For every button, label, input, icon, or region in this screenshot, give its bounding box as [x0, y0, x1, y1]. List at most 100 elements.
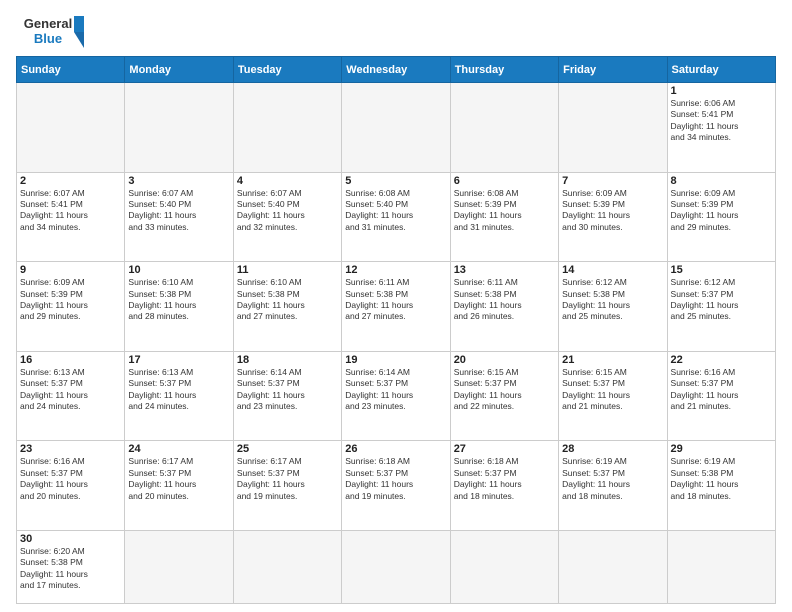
day-number: 16 [20, 354, 121, 366]
header: General Blue [16, 12, 776, 50]
weekday-col-thursday: Thursday [450, 57, 558, 83]
calendar-cell: 21Sunrise: 6:15 AM Sunset: 5:37 PM Dayli… [559, 351, 667, 441]
day-info: Sunrise: 6:19 AM Sunset: 5:37 PM Dayligh… [562, 456, 663, 502]
weekday-col-monday: Monday [125, 57, 233, 83]
day-number: 22 [671, 354, 772, 366]
day-info: Sunrise: 6:16 AM Sunset: 5:37 PM Dayligh… [671, 367, 772, 413]
day-info: Sunrise: 6:07 AM Sunset: 5:40 PM Dayligh… [237, 188, 338, 234]
day-info: Sunrise: 6:11 AM Sunset: 5:38 PM Dayligh… [454, 277, 555, 323]
day-info: Sunrise: 6:15 AM Sunset: 5:37 PM Dayligh… [454, 367, 555, 413]
calendar-cell [233, 530, 341, 603]
day-info: Sunrise: 6:20 AM Sunset: 5:38 PM Dayligh… [20, 546, 121, 592]
day-info: Sunrise: 6:12 AM Sunset: 5:37 PM Dayligh… [671, 277, 772, 323]
day-number: 18 [237, 354, 338, 366]
day-info: Sunrise: 6:09 AM Sunset: 5:39 PM Dayligh… [671, 188, 772, 234]
calendar-cell: 29Sunrise: 6:19 AM Sunset: 5:38 PM Dayli… [667, 441, 775, 531]
day-info: Sunrise: 6:14 AM Sunset: 5:37 PM Dayligh… [345, 367, 446, 413]
calendar-week-1: 1Sunrise: 6:06 AM Sunset: 5:41 PM Daylig… [17, 83, 776, 173]
calendar-body: 1Sunrise: 6:06 AM Sunset: 5:41 PM Daylig… [17, 83, 776, 604]
calendar-cell [17, 83, 125, 173]
calendar-cell: 20Sunrise: 6:15 AM Sunset: 5:37 PM Dayli… [450, 351, 558, 441]
day-info: Sunrise: 6:18 AM Sunset: 5:37 PM Dayligh… [345, 456, 446, 502]
day-info: Sunrise: 6:13 AM Sunset: 5:37 PM Dayligh… [20, 367, 121, 413]
day-info: Sunrise: 6:06 AM Sunset: 5:41 PM Dayligh… [671, 98, 772, 144]
calendar-cell [450, 83, 558, 173]
day-number: 28 [562, 443, 663, 455]
day-number: 26 [345, 443, 446, 455]
day-info: Sunrise: 6:18 AM Sunset: 5:37 PM Dayligh… [454, 456, 555, 502]
day-number: 12 [345, 264, 446, 276]
logo: General Blue [16, 12, 86, 50]
weekday-header-row: SundayMondayTuesdayWednesdayThursdayFrid… [17, 57, 776, 83]
calendar-cell: 28Sunrise: 6:19 AM Sunset: 5:37 PM Dayli… [559, 441, 667, 531]
calendar-cell: 9Sunrise: 6:09 AM Sunset: 5:39 PM Daylig… [17, 262, 125, 352]
calendar-cell: 22Sunrise: 6:16 AM Sunset: 5:37 PM Dayli… [667, 351, 775, 441]
svg-text:General: General [24, 16, 72, 31]
day-number: 19 [345, 354, 446, 366]
weekday-col-friday: Friday [559, 57, 667, 83]
calendar-cell [559, 530, 667, 603]
calendar-cell: 25Sunrise: 6:17 AM Sunset: 5:37 PM Dayli… [233, 441, 341, 531]
calendar-cell [342, 83, 450, 173]
calendar-cell: 6Sunrise: 6:08 AM Sunset: 5:39 PM Daylig… [450, 172, 558, 262]
day-number: 24 [128, 443, 229, 455]
day-number: 14 [562, 264, 663, 276]
calendar-cell: 23Sunrise: 6:16 AM Sunset: 5:37 PM Dayli… [17, 441, 125, 531]
calendar-cell: 5Sunrise: 6:08 AM Sunset: 5:40 PM Daylig… [342, 172, 450, 262]
day-number: 7 [562, 175, 663, 187]
calendar-cell: 30Sunrise: 6:20 AM Sunset: 5:38 PM Dayli… [17, 530, 125, 603]
calendar-week-5: 23Sunrise: 6:16 AM Sunset: 5:37 PM Dayli… [17, 441, 776, 531]
calendar-cell: 18Sunrise: 6:14 AM Sunset: 5:37 PM Dayli… [233, 351, 341, 441]
calendar-cell: 3Sunrise: 6:07 AM Sunset: 5:40 PM Daylig… [125, 172, 233, 262]
calendar-cell [125, 83, 233, 173]
day-info: Sunrise: 6:12 AM Sunset: 5:38 PM Dayligh… [562, 277, 663, 323]
day-info: Sunrise: 6:17 AM Sunset: 5:37 PM Dayligh… [128, 456, 229, 502]
calendar-cell: 13Sunrise: 6:11 AM Sunset: 5:38 PM Dayli… [450, 262, 558, 352]
calendar-cell: 7Sunrise: 6:09 AM Sunset: 5:39 PM Daylig… [559, 172, 667, 262]
calendar-cell [233, 83, 341, 173]
calendar-cell: 24Sunrise: 6:17 AM Sunset: 5:37 PM Dayli… [125, 441, 233, 531]
day-number: 13 [454, 264, 555, 276]
weekday-col-wednesday: Wednesday [342, 57, 450, 83]
day-number: 11 [237, 264, 338, 276]
day-number: 8 [671, 175, 772, 187]
day-number: 30 [20, 533, 121, 545]
day-info: Sunrise: 6:07 AM Sunset: 5:40 PM Dayligh… [128, 188, 229, 234]
day-number: 1 [671, 85, 772, 97]
day-number: 2 [20, 175, 121, 187]
day-number: 29 [671, 443, 772, 455]
calendar-cell [667, 530, 775, 603]
calendar-cell: 27Sunrise: 6:18 AM Sunset: 5:37 PM Dayli… [450, 441, 558, 531]
weekday-col-sunday: Sunday [17, 57, 125, 83]
day-info: Sunrise: 6:13 AM Sunset: 5:37 PM Dayligh… [128, 367, 229, 413]
calendar-week-6: 30Sunrise: 6:20 AM Sunset: 5:38 PM Dayli… [17, 530, 776, 603]
calendar-week-2: 2Sunrise: 6:07 AM Sunset: 5:41 PM Daylig… [17, 172, 776, 262]
day-info: Sunrise: 6:15 AM Sunset: 5:37 PM Dayligh… [562, 367, 663, 413]
day-info: Sunrise: 6:09 AM Sunset: 5:39 PM Dayligh… [20, 277, 121, 323]
calendar-cell: 1Sunrise: 6:06 AM Sunset: 5:41 PM Daylig… [667, 83, 775, 173]
calendar-cell: 8Sunrise: 6:09 AM Sunset: 5:39 PM Daylig… [667, 172, 775, 262]
day-number: 27 [454, 443, 555, 455]
calendar-cell: 26Sunrise: 6:18 AM Sunset: 5:37 PM Dayli… [342, 441, 450, 531]
calendar-cell: 10Sunrise: 6:10 AM Sunset: 5:38 PM Dayli… [125, 262, 233, 352]
day-number: 21 [562, 354, 663, 366]
calendar-table: SundayMondayTuesdayWednesdayThursdayFrid… [16, 56, 776, 604]
svg-text:Blue: Blue [34, 31, 62, 46]
calendar-cell: 16Sunrise: 6:13 AM Sunset: 5:37 PM Dayli… [17, 351, 125, 441]
day-info: Sunrise: 6:16 AM Sunset: 5:37 PM Dayligh… [20, 456, 121, 502]
day-number: 10 [128, 264, 229, 276]
weekday-col-saturday: Saturday [667, 57, 775, 83]
day-info: Sunrise: 6:19 AM Sunset: 5:38 PM Dayligh… [671, 456, 772, 502]
calendar-cell [450, 530, 558, 603]
day-number: 15 [671, 264, 772, 276]
day-info: Sunrise: 6:09 AM Sunset: 5:39 PM Dayligh… [562, 188, 663, 234]
day-info: Sunrise: 6:10 AM Sunset: 5:38 PM Dayligh… [237, 277, 338, 323]
calendar-cell: 2Sunrise: 6:07 AM Sunset: 5:41 PM Daylig… [17, 172, 125, 262]
weekday-col-tuesday: Tuesday [233, 57, 341, 83]
calendar-cell: 17Sunrise: 6:13 AM Sunset: 5:37 PM Dayli… [125, 351, 233, 441]
calendar-week-3: 9Sunrise: 6:09 AM Sunset: 5:39 PM Daylig… [17, 262, 776, 352]
day-number: 23 [20, 443, 121, 455]
calendar-cell: 19Sunrise: 6:14 AM Sunset: 5:37 PM Dayli… [342, 351, 450, 441]
calendar-cell: 4Sunrise: 6:07 AM Sunset: 5:40 PM Daylig… [233, 172, 341, 262]
day-number: 20 [454, 354, 555, 366]
